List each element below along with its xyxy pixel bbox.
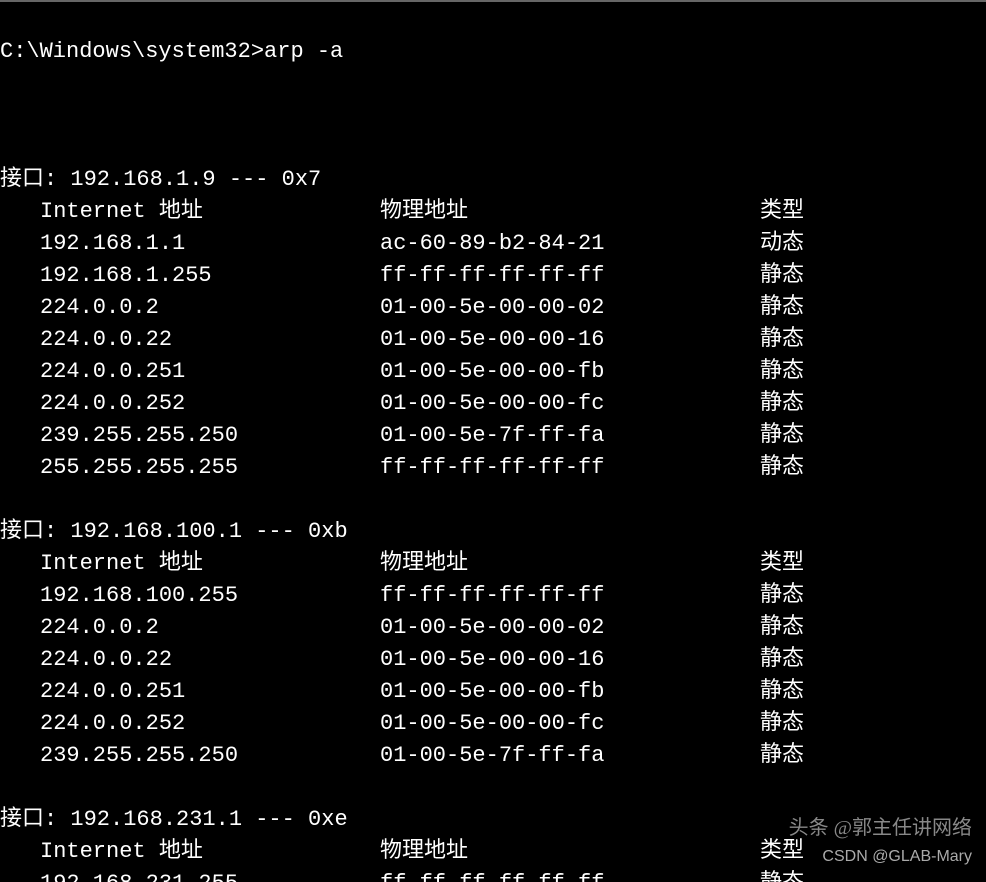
arp-type: 动态	[760, 228, 804, 260]
arp-mac: 01-00-5e-00-00-fc	[380, 388, 760, 420]
arp-ip: 224.0.0.22	[40, 644, 380, 676]
arp-row: 192.168.1.1ac-60-89-b2-84-21动态	[0, 228, 986, 260]
arp-type: 静态	[760, 676, 804, 708]
arp-ip: 239.255.255.250	[40, 420, 380, 452]
arp-ip: 192.168.1.1	[40, 228, 380, 260]
arp-row: 192.168.100.255ff-ff-ff-ff-ff-ff静态	[0, 580, 986, 612]
terminal-output[interactable]: C:\Windows\system32>arp -a 接口: 192.168.1…	[0, 0, 986, 882]
arp-mac: ff-ff-ff-ff-ff-ff	[380, 868, 760, 882]
arp-type: 静态	[760, 868, 804, 882]
arp-row: 224.0.0.201-00-5e-00-00-02静态	[0, 612, 986, 644]
arp-type: 静态	[760, 356, 804, 388]
arp-ip: 224.0.0.252	[40, 708, 380, 740]
arp-mac: 01-00-5e-00-00-fb	[380, 356, 760, 388]
arp-row: 224.0.0.2201-00-5e-00-00-16静态	[0, 324, 986, 356]
column-header: Internet 地址物理地址类型	[0, 196, 986, 228]
arp-type: 静态	[760, 612, 804, 644]
watermark-csdn: CSDN @GLAB-Mary	[822, 848, 972, 866]
column-header: Internet 地址物理地址类型	[0, 548, 986, 580]
arp-mac: ff-ff-ff-ff-ff-ff	[380, 452, 760, 484]
arp-row: 224.0.0.2201-00-5e-00-00-16静态	[0, 644, 986, 676]
prompt-line: C:\Windows\system32>arp -a	[0, 36, 986, 68]
blank-line	[0, 484, 986, 516]
arp-type: 静态	[760, 420, 804, 452]
arp-type: 静态	[760, 292, 804, 324]
col-header-ip: Internet 地址	[40, 548, 380, 580]
arp-mac: 01-00-5e-00-00-02	[380, 292, 760, 324]
arp-type: 静态	[760, 740, 804, 772]
interface-header: 接口: 192.168.1.9 --- 0x7	[0, 164, 986, 196]
arp-mac: 01-00-5e-00-00-fc	[380, 708, 760, 740]
prompt: C:\Windows\system32>	[0, 39, 264, 64]
col-header-ip: Internet 地址	[40, 836, 380, 868]
arp-ip: 224.0.0.2	[40, 292, 380, 324]
col-header-type: 类型	[760, 836, 804, 868]
arp-type: 静态	[760, 708, 804, 740]
arp-row: 224.0.0.25101-00-5e-00-00-fb静态	[0, 356, 986, 388]
arp-row: 224.0.0.25201-00-5e-00-00-fc静态	[0, 388, 986, 420]
arp-ip: 224.0.0.251	[40, 356, 380, 388]
arp-type: 静态	[760, 260, 804, 292]
arp-ip: 224.0.0.251	[40, 676, 380, 708]
arp-mac: 01-00-5e-00-00-02	[380, 612, 760, 644]
window-top-border	[0, 0, 986, 2]
arp-row: 239.255.255.25001-00-5e-7f-ff-fa静态	[0, 740, 986, 772]
arp-mac: ff-ff-ff-ff-ff-ff	[380, 260, 760, 292]
arp-mac: ac-60-89-b2-84-21	[380, 228, 760, 260]
arp-row: 224.0.0.201-00-5e-00-00-02静态	[0, 292, 986, 324]
arp-mac: 01-00-5e-7f-ff-fa	[380, 420, 760, 452]
arp-mac: ff-ff-ff-ff-ff-ff	[380, 580, 760, 612]
arp-mac: 01-00-5e-7f-ff-fa	[380, 740, 760, 772]
arp-row: 192.168.231.255ff-ff-ff-ff-ff-ff静态	[0, 868, 986, 882]
arp-row: 239.255.255.25001-00-5e-7f-ff-fa静态	[0, 420, 986, 452]
arp-row: 192.168.1.255ff-ff-ff-ff-ff-ff静态	[0, 260, 986, 292]
arp-type: 静态	[760, 324, 804, 356]
col-header-mac: 物理地址	[380, 196, 760, 228]
arp-row: 224.0.0.25201-00-5e-00-00-fc静态	[0, 708, 986, 740]
arp-ip: 224.0.0.2	[40, 612, 380, 644]
col-header-mac: 物理地址	[380, 836, 760, 868]
arp-row: 224.0.0.25101-00-5e-00-00-fb静态	[0, 676, 986, 708]
arp-type: 静态	[760, 644, 804, 676]
watermark-toutiao: 头条 @郭主任讲网络	[789, 811, 972, 840]
arp-ip: 255.255.255.255	[40, 452, 380, 484]
command: arp -a	[264, 39, 343, 64]
arp-type: 静态	[760, 388, 804, 420]
col-header-mac: 物理地址	[380, 548, 760, 580]
arp-mac: 01-00-5e-00-00-16	[380, 324, 760, 356]
arp-ip: 192.168.231.255	[40, 868, 380, 882]
arp-type: 静态	[760, 452, 804, 484]
arp-mac: 01-00-5e-00-00-16	[380, 644, 760, 676]
col-header-type: 类型	[760, 196, 804, 228]
arp-ip: 192.168.1.255	[40, 260, 380, 292]
arp-ip: 224.0.0.22	[40, 324, 380, 356]
interface-header: 接口: 192.168.100.1 --- 0xb	[0, 516, 986, 548]
blank-line	[0, 772, 986, 804]
arp-ip: 224.0.0.252	[40, 388, 380, 420]
arp-ip: 239.255.255.250	[40, 740, 380, 772]
col-header-type: 类型	[760, 548, 804, 580]
blank-line	[0, 100, 986, 132]
arp-row: 255.255.255.255ff-ff-ff-ff-ff-ff静态	[0, 452, 986, 484]
arp-ip: 192.168.100.255	[40, 580, 380, 612]
arp-type: 静态	[760, 580, 804, 612]
col-header-ip: Internet 地址	[40, 196, 380, 228]
arp-mac: 01-00-5e-00-00-fb	[380, 676, 760, 708]
